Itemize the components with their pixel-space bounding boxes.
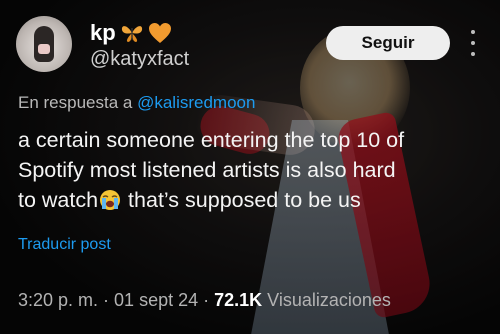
tweet-line-part: to watch <box>18 188 99 212</box>
tweet-text: a certain someone entering the top 10 of… <box>18 125 498 215</box>
tweet-time[interactable]: 3:20 p. m. <box>18 290 98 310</box>
separator: · <box>198 290 215 310</box>
author-name-row[interactable]: kp <box>90 20 172 46</box>
views-count[interactable]: 72.1K <box>214 290 262 310</box>
translate-post-link[interactable]: Traducir post <box>18 236 111 254</box>
tweet-card: kp @katyxfact Seguir En respuesta a @kal… <box>0 0 500 334</box>
separator: · <box>98 290 115 310</box>
display-name[interactable]: kp <box>90 20 116 46</box>
butterfly-icon <box>121 26 142 42</box>
views-label: Visualizaciones <box>262 290 391 310</box>
author-handle[interactable]: @katyxfact <box>90 48 189 71</box>
tweet-meta: 3:20 p. m. · 01 sept 24 · 72.1K Visualiz… <box>18 290 391 311</box>
more-vertical-icon[interactable] <box>465 30 481 56</box>
tweet-date[interactable]: 01 sept 24 <box>114 290 198 310</box>
reply-mention-link[interactable]: @kalisredmoon <box>137 93 255 112</box>
tweet-line: to watch that’s supposed to be us <box>18 185 498 215</box>
loudly-crying-face-icon <box>100 190 121 210</box>
tweet-line: Spotify most listened artists is also ha… <box>18 158 396 182</box>
tweet-line: a certain someone entering the top 10 of <box>18 128 405 152</box>
reply-prefix: En respuesta a <box>18 93 133 112</box>
orange-heart-icon <box>148 23 171 43</box>
reply-context: En respuesta a @kalisredmoon <box>18 93 255 113</box>
avatar[interactable] <box>16 16 72 72</box>
follow-button[interactable]: Seguir <box>326 26 450 60</box>
tweet-line-part: that’s supposed to be us <box>122 188 361 212</box>
